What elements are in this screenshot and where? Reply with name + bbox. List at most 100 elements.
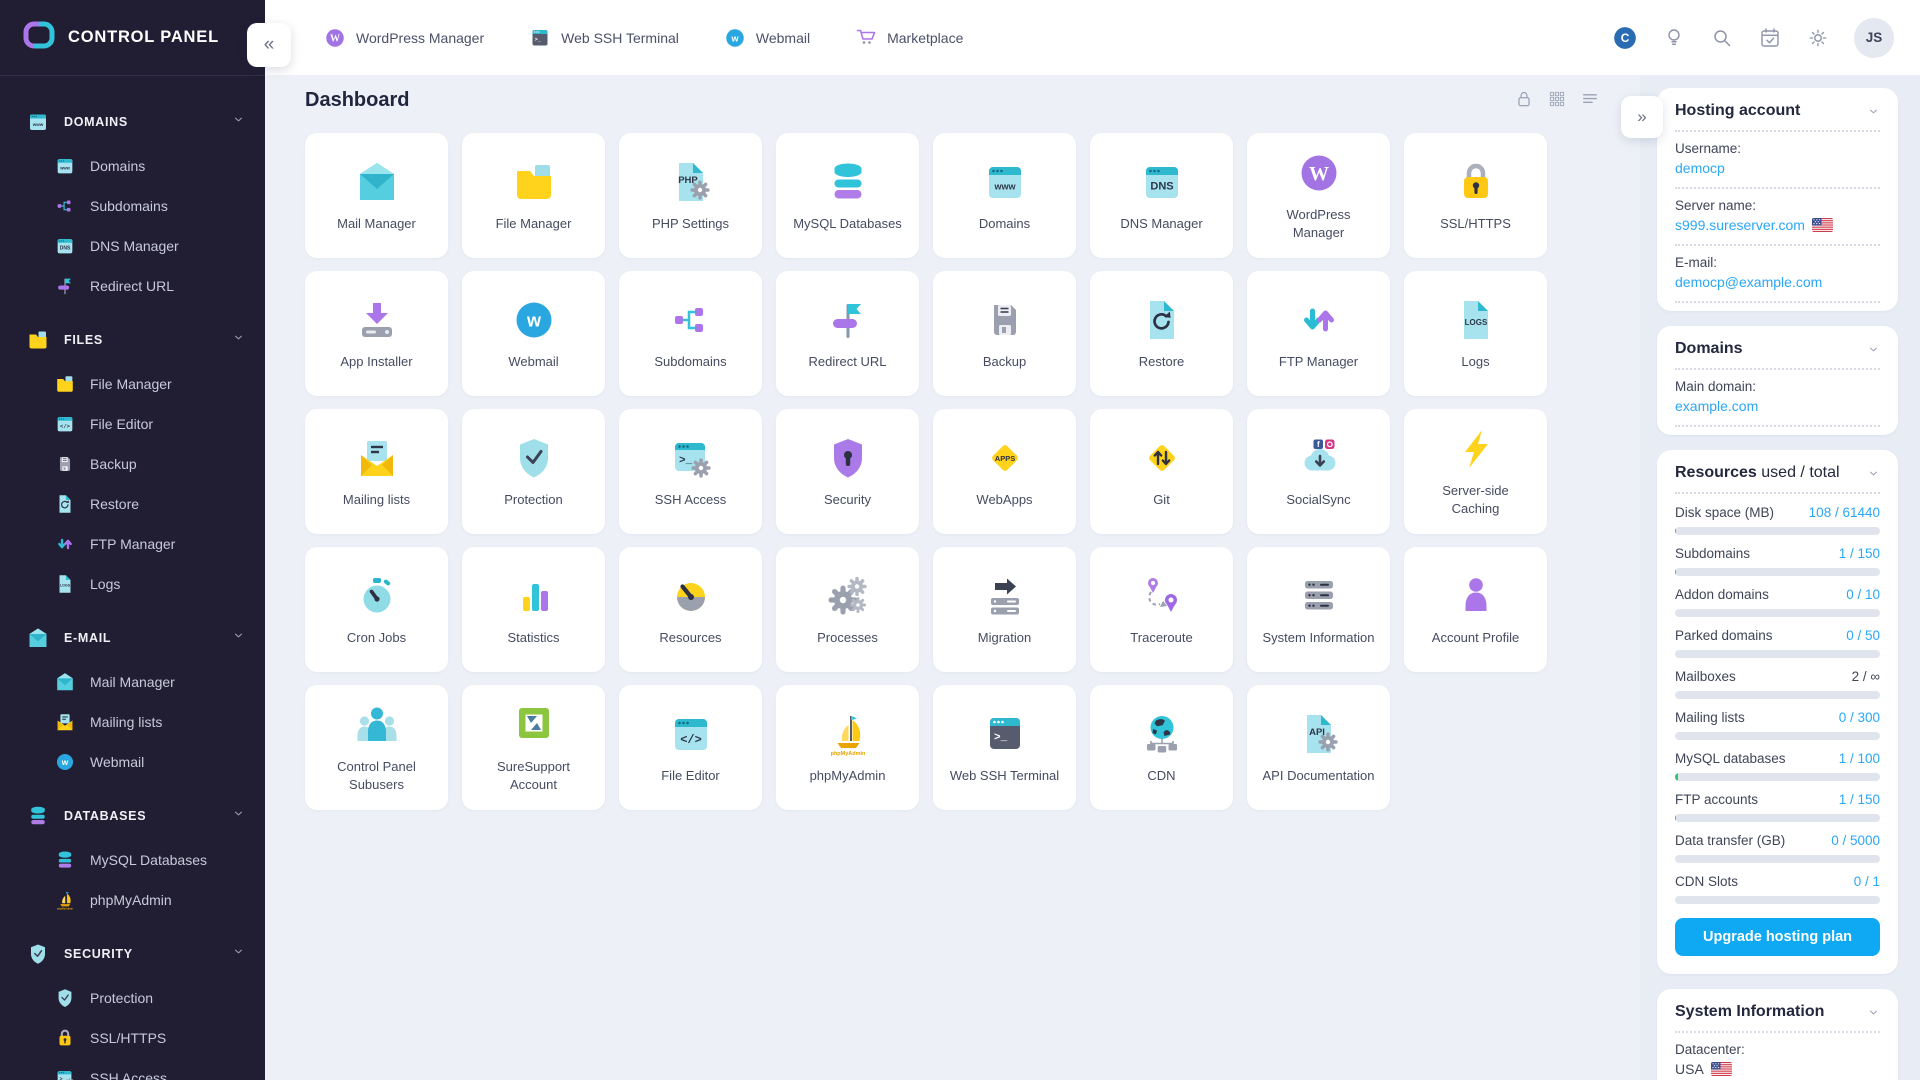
- quick-link-web-ssh-terminal[interactable]: >_Web SSH Terminal: [528, 26, 679, 50]
- list-view-icon[interactable]: [1580, 89, 1600, 109]
- tile-file-editor[interactable]: </>File Editor: [619, 685, 762, 810]
- sidebar-item-mysql-databases[interactable]: MySQL Databases: [0, 840, 265, 880]
- tile-ssl-https[interactable]: SSL/HTTPS: [1404, 133, 1547, 258]
- sidebar-item-webmail[interactable]: wWebmail: [0, 742, 265, 782]
- sidebar-item-logs[interactable]: LOGSLogs: [0, 564, 265, 604]
- tile-traceroute[interactable]: Traceroute: [1090, 547, 1233, 672]
- sidebar-item-ssh-access[interactable]: >_SSH Access: [0, 1058, 265, 1080]
- sidebar-item-mail-manager[interactable]: Mail Manager: [0, 662, 265, 702]
- calendar-icon[interactable]: [1758, 26, 1782, 50]
- chevron-down-icon[interactable]: [1867, 1006, 1880, 1019]
- tile-backup[interactable]: Backup: [933, 271, 1076, 396]
- info-row-value[interactable]: democp: [1675, 160, 1880, 176]
- quick-link-wordpress-manager[interactable]: WWordPress Manager: [323, 26, 484, 50]
- resource-value[interactable]: 1 / 150: [1839, 546, 1880, 561]
- chevron-down-icon[interactable]: [232, 945, 245, 963]
- tile-statistics[interactable]: Statistics: [462, 547, 605, 672]
- tile-processes[interactable]: Processes: [776, 547, 919, 672]
- tile-webmail[interactable]: wWebmail: [462, 271, 605, 396]
- sidebar-item-backup[interactable]: Backup: [0, 444, 265, 484]
- sidebar-item-file-editor[interactable]: </>File Editor: [0, 404, 265, 444]
- lock-outline-icon[interactable]: [1514, 89, 1534, 109]
- tile-account-profile[interactable]: Account Profile: [1404, 547, 1547, 672]
- tile-cron-jobs[interactable]: Cron Jobs: [305, 547, 448, 672]
- tile-ftp-manager[interactable]: FTP Manager: [1247, 271, 1390, 396]
- chevron-down-icon[interactable]: [232, 331, 245, 349]
- resource-value[interactable]: 1 / 100: [1839, 751, 1880, 766]
- lightbulb-icon[interactable]: [1662, 26, 1686, 50]
- info-row-value[interactable]: example.com: [1675, 398, 1880, 414]
- tile-webapps[interactable]: APPSWebApps: [933, 409, 1076, 534]
- tile-migration[interactable]: Migration: [933, 547, 1076, 672]
- info-row-value[interactable]: democp@example.com: [1675, 274, 1880, 290]
- tile-wordpress-manager[interactable]: WWordPress Manager: [1247, 133, 1390, 258]
- chevron-down-icon[interactable]: [1867, 467, 1880, 480]
- sidebar-item-ssl-https[interactable]: SSL/HTTPS: [0, 1018, 265, 1058]
- chevron-down-icon[interactable]: [232, 629, 245, 647]
- tile-redirect-url[interactable]: Redirect URL: [776, 271, 919, 396]
- tile-security[interactable]: Security: [776, 409, 919, 534]
- tile-resources[interactable]: Resources: [619, 547, 762, 672]
- sidebar-section-security[interactable]: SECURITY: [0, 930, 265, 978]
- resource-value[interactable]: 0 / 10: [1846, 587, 1880, 602]
- tile-subdomains[interactable]: Subdomains: [619, 271, 762, 396]
- sidebar-item-file-manager[interactable]: File Manager: [0, 364, 265, 404]
- sidebar-item-dns-manager[interactable]: DNSDNS Manager: [0, 226, 265, 266]
- sidebar-item-restore[interactable]: Restore: [0, 484, 265, 524]
- sidebar-item-mailing-lists[interactable]: Mailing lists: [0, 702, 265, 742]
- tile-protection[interactable]: Protection: [462, 409, 605, 534]
- link-value[interactable]: example.com: [1675, 398, 1758, 414]
- resource-value[interactable]: 0 / 50: [1846, 628, 1880, 643]
- tile-mailing-lists[interactable]: Mailing lists: [305, 409, 448, 534]
- grid-view-icon[interactable]: [1547, 89, 1567, 109]
- tile-web-ssh-terminal[interactable]: >_Web SSH Terminal: [933, 685, 1076, 810]
- tile-server-side-caching[interactable]: Server-side Caching: [1404, 409, 1547, 534]
- tile-api-documentation[interactable]: APIAPI Documentation: [1247, 685, 1390, 810]
- sidebar-section-domains[interactable]: wwwDOMAINS: [0, 98, 265, 146]
- chevron-down-icon[interactable]: [1867, 105, 1880, 118]
- sidebar-section-databases[interactable]: DATABASES: [0, 792, 265, 840]
- brightness-icon[interactable]: [1806, 26, 1830, 50]
- tile-suresupport-account[interactable]: SureSupport Account: [462, 685, 605, 810]
- resource-value[interactable]: 0 / 1: [1854, 874, 1880, 889]
- tile-ssh-access[interactable]: >_SSH Access: [619, 409, 762, 534]
- tile-app-installer[interactable]: App Installer: [305, 271, 448, 396]
- resource-value[interactable]: 1 / 150: [1839, 792, 1880, 807]
- resource-value[interactable]: 0 / 5000: [1831, 833, 1880, 848]
- tile-mysql-databases[interactable]: MySQL Databases: [776, 133, 919, 258]
- link-value[interactable]: democp@example.com: [1675, 274, 1822, 290]
- tile-cdn[interactable]: CDN: [1090, 685, 1233, 810]
- sidebar-section-files[interactable]: FILES: [0, 316, 265, 364]
- user-avatar[interactable]: JS: [1854, 18, 1894, 58]
- link-value[interactable]: s999.sureserver.com: [1675, 217, 1805, 233]
- tile-logs[interactable]: LOGSLogs: [1404, 271, 1547, 396]
- sidebar-collapse-button[interactable]: «: [247, 23, 291, 67]
- sidebar-item-domains[interactable]: wwwDomains: [0, 146, 265, 186]
- tile-php-settings[interactable]: PHPPHP Settings: [619, 133, 762, 258]
- upgrade-hosting-plan-button[interactable]: Upgrade hosting plan: [1675, 918, 1880, 956]
- sidebar-item-redirect-url[interactable]: Redirect URL: [0, 266, 265, 306]
- tile-restore[interactable]: Restore: [1090, 271, 1233, 396]
- tile-domains[interactable]: wwwDomains: [933, 133, 1076, 258]
- tile-dns-manager[interactable]: DNSDNS Manager: [1090, 133, 1233, 258]
- resource-value[interactable]: 108 / 61440: [1809, 505, 1880, 520]
- quick-link-marketplace[interactable]: Marketplace: [854, 26, 963, 50]
- tile-file-manager[interactable]: File Manager: [462, 133, 605, 258]
- rail-expand-button[interactable]: »: [1621, 96, 1663, 138]
- sidebar-item-protection[interactable]: Protection: [0, 978, 265, 1018]
- quick-link-webmail[interactable]: wWebmail: [723, 26, 810, 50]
- tile-control-panel-subusers[interactable]: Control Panel Subusers: [305, 685, 448, 810]
- search-icon[interactable]: [1710, 26, 1734, 50]
- tile-socialsync[interactable]: fSocialSync: [1247, 409, 1390, 534]
- c-badge-icon[interactable]: C: [1612, 25, 1638, 51]
- info-row-value[interactable]: s999.sureserver.com: [1675, 217, 1880, 233]
- sidebar-item-subdomains[interactable]: Subdomains: [0, 186, 265, 226]
- link-value[interactable]: democp: [1675, 160, 1725, 176]
- sidebar-section-e-mail[interactable]: E-MAIL: [0, 614, 265, 662]
- sidebar-item-ftp-manager[interactable]: FTP Manager: [0, 524, 265, 564]
- chevron-down-icon[interactable]: [232, 807, 245, 825]
- sidebar-item-phpmyadmin[interactable]: phpMyAdminphpMyAdmin: [0, 880, 265, 920]
- tile-mail-manager[interactable]: Mail Manager: [305, 133, 448, 258]
- chevron-down-icon[interactable]: [232, 113, 245, 131]
- resource-value[interactable]: 0 / 300: [1839, 710, 1880, 725]
